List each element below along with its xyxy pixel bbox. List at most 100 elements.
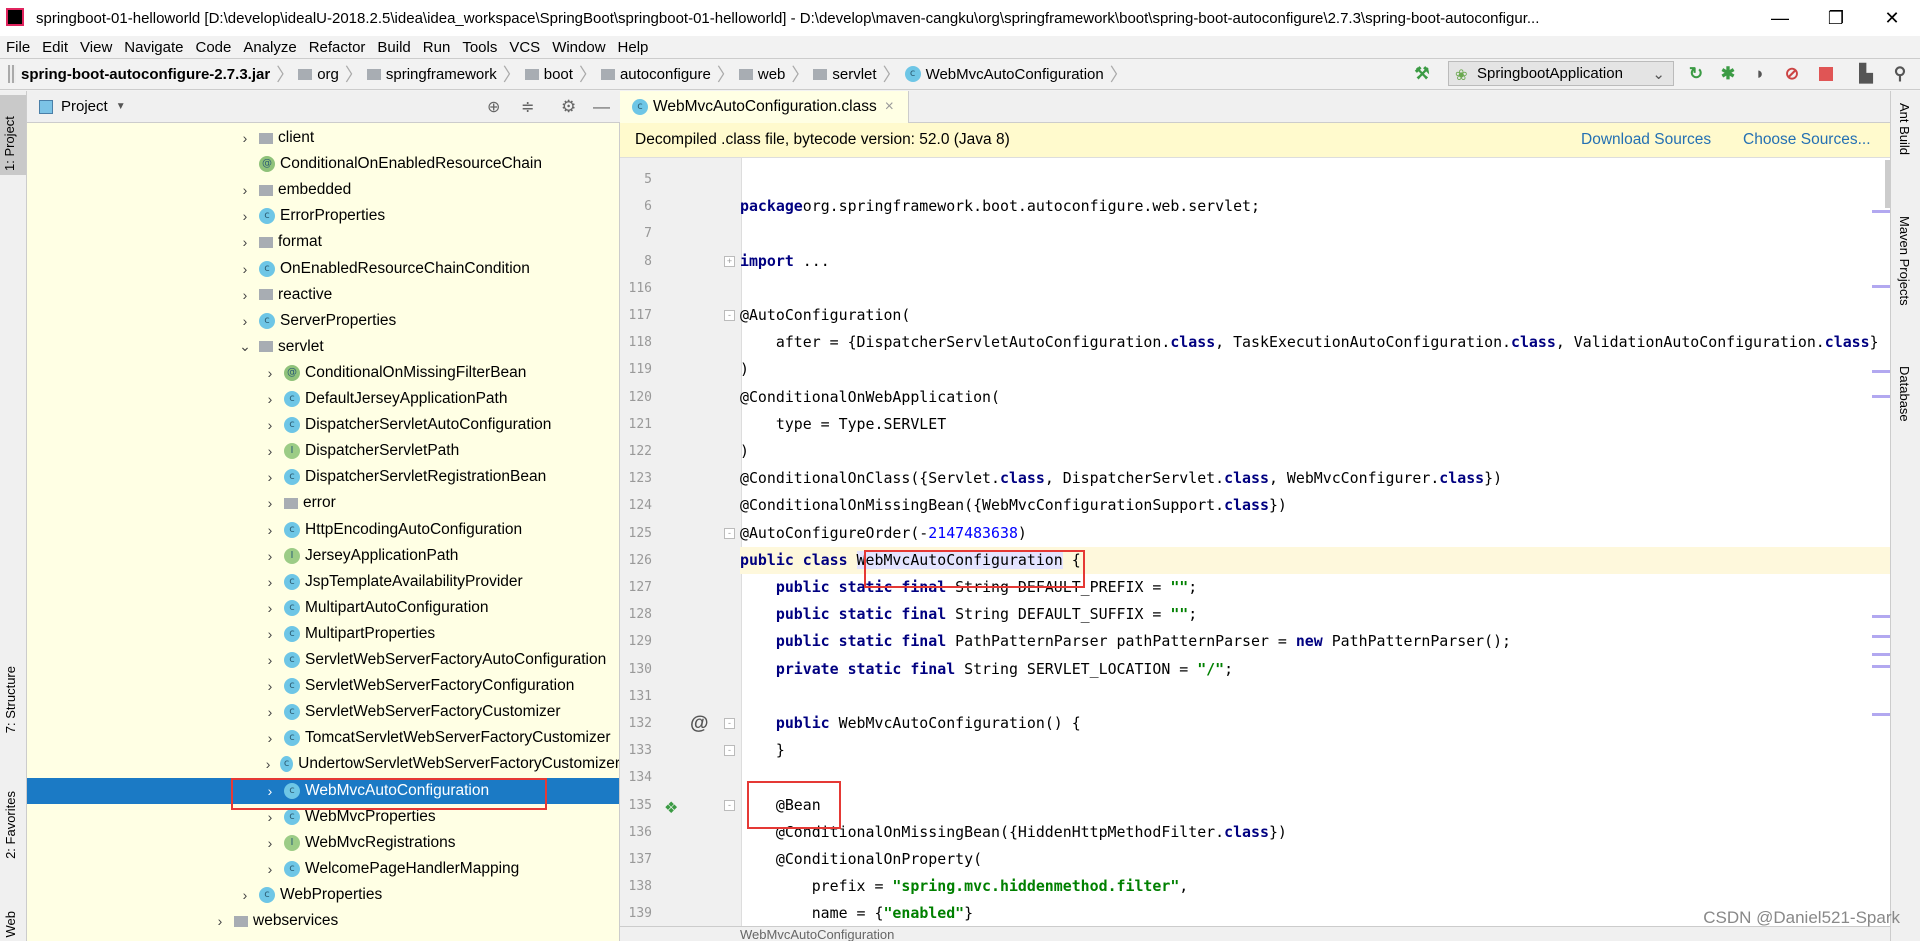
chevron-right-icon[interactable]: › [260, 652, 280, 668]
tree-item[interactable]: › c ServletWebServerFactoryCustomizer [27, 699, 619, 725]
tree-item[interactable]: › c ServletWebServerFactoryAutoConfigurati… [27, 647, 619, 673]
tree-item[interactable]: › c ServerProperties [27, 308, 619, 334]
chevron-right-icon[interactable]: › [235, 261, 255, 277]
chevron-right-icon[interactable]: › [260, 522, 280, 538]
tool-tab-project[interactable]: 1: Project [0, 95, 26, 175]
breadcrumb-item[interactable]: boot 〉 [524, 61, 597, 87]
fold-marker-icon[interactable]: - [724, 310, 735, 321]
search-icon[interactable]: ⚲ [1888, 62, 1912, 86]
status-crumb[interactable]: WebMvcAutoConfiguration [740, 927, 894, 941]
fold-marker-icon[interactable]: + [724, 255, 735, 267]
chevron-right-icon[interactable]: › [210, 913, 230, 929]
tree-item[interactable]: › c HttpEncodingAutoConfiguration [27, 517, 619, 543]
menu-edit[interactable]: Edit [42, 39, 68, 56]
chevron-right-icon[interactable]: › [260, 548, 280, 564]
menu-run[interactable]: Run [423, 39, 451, 56]
menu-navigate[interactable]: Navigate [124, 39, 183, 56]
breadcrumb-item[interactable]: org 〉 [298, 61, 363, 87]
rerun-icon[interactable]: ↻ [1684, 62, 1708, 86]
chevron-right-icon[interactable]: › [260, 495, 280, 511]
tree-item[interactable]: › c MultipartAutoConfiguration [27, 595, 619, 621]
tree-item[interactable]: › webservices [27, 908, 619, 934]
tree-item[interactable]: › c WebProperties [27, 882, 619, 908]
chevron-right-icon[interactable]: › [235, 208, 255, 224]
tree-item[interactable]: › c MultipartProperties [27, 621, 619, 647]
chevron-right-icon[interactable]: › [260, 626, 280, 642]
chevron-right-icon[interactable]: › [260, 443, 280, 459]
fold-marker-icon[interactable]: - [724, 527, 735, 539]
tool-tab-ant-build[interactable]: Ant Build [1897, 103, 1912, 155]
tree-item[interactable]: › I WebMvcRegistrations [27, 830, 619, 856]
tree-item[interactable]: › client [27, 125, 619, 151]
chevron-right-icon[interactable]: › [260, 417, 280, 433]
chevron-down-icon[interactable]: ⌄ [235, 338, 255, 355]
build-hammer-icon[interactable]: ⚒ [1410, 62, 1434, 86]
chevron-right-icon[interactable]: › [260, 835, 280, 851]
fold-marker-icon[interactable]: - [724, 718, 735, 729]
menu-window[interactable]: Window [552, 39, 605, 56]
menu-analyze[interactable]: Analyze [243, 39, 296, 56]
menu-file[interactable]: File [6, 39, 30, 56]
choose-sources-link[interactable]: Choose Sources... [1743, 131, 1871, 149]
tool-tab-maven-projects[interactable]: Maven Projects [1897, 216, 1912, 306]
fold-marker-icon[interactable]: - [724, 799, 735, 811]
chevron-right-icon[interactable]: › [235, 313, 255, 329]
download-sources-link[interactable]: Download Sources [1581, 131, 1711, 149]
override-at-icon[interactable]: @ [690, 713, 709, 735]
gear-icon[interactable]: ⚙ [561, 97, 576, 117]
breadcrumb-item[interactable]: c WebMvcAutoConfiguration 〉 [904, 61, 1128, 87]
tree-item[interactable]: › format [27, 229, 619, 255]
tree-item[interactable]: › c JspTemplateAvailabilityProvider [27, 569, 619, 595]
run-configuration-select[interactable]: ❀ SpringbootApplication ⌄ [1448, 61, 1674, 86]
chevron-right-icon[interactable]: › [235, 234, 255, 250]
tree-item[interactable]: › c OnEnabledResourceChainCondition [27, 256, 619, 282]
menu-view[interactable]: View [80, 39, 112, 56]
fold-marker-icon[interactable]: - [724, 745, 735, 757]
chevron-right-icon[interactable]: › [260, 809, 280, 825]
tree-item[interactable]: › c UndertowServletWebServerFactoryCustomi… [27, 751, 619, 777]
project-structure-icon[interactable]: ▙ [1854, 62, 1878, 86]
tree-item[interactable]: › embedded [27, 177, 619, 203]
tree-item[interactable]: › reactive [27, 282, 619, 308]
chevron-right-icon[interactable]: › [260, 574, 280, 590]
menu-tools[interactable]: Tools [462, 39, 497, 56]
tree-item[interactable]: › c DispatcherServletAutoConfiguration [27, 412, 619, 438]
tool-tab-web[interactable]: Web [3, 911, 18, 938]
breadcrumb-item[interactable]: servlet 〉 [813, 61, 901, 87]
stop-icon[interactable] [1814, 62, 1838, 86]
chevron-right-icon[interactable]: › [235, 287, 255, 303]
tree-item[interactable]: › c ErrorProperties [27, 203, 619, 229]
locate-target-icon[interactable]: ⊕ [487, 97, 500, 117]
collapse-all-icon[interactable]: ≑ [521, 97, 534, 117]
project-panel-title[interactable]: Project [61, 98, 108, 115]
tree-item[interactable]: › @ ConditionalOnMissingFilterBean [27, 360, 619, 386]
tree-item[interactable]: › c WelcomePageHandlerMapping [27, 856, 619, 882]
chevron-right-icon[interactable]: › [260, 678, 280, 694]
breadcrumb-item[interactable]: autoconfigure 〉 [600, 61, 735, 87]
minimize-button[interactable]: — [1752, 0, 1808, 36]
debug-bug-icon[interactable]: ✱ [1716, 62, 1740, 86]
bean-gutter-icon[interactable]: ❖ [664, 798, 678, 818]
chevron-right-icon[interactable]: › [235, 130, 255, 146]
tree-item[interactable]: › I DispatcherServletPath [27, 438, 619, 464]
close-tab-icon[interactable]: × [885, 98, 894, 116]
close-button[interactable]: ✕ [1864, 0, 1920, 36]
breadcrumb-item[interactable]: spring-boot-autoconfigure-2.7.3.jar 〉 [8, 61, 294, 87]
menu-refactor[interactable]: Refactor [309, 39, 366, 56]
tree-item[interactable]: › c DefaultJerseyApplicationPath [27, 386, 619, 412]
maximize-button[interactable]: ❐ [1808, 0, 1864, 36]
tree-item[interactable]: ⌄ servlet [27, 334, 619, 360]
tree-item[interactable]: @ ConditionalOnEnabledResourceChain [27, 151, 619, 177]
chevron-right-icon[interactable]: › [235, 182, 255, 198]
profiler-icon[interactable]: ⊘ [1780, 62, 1804, 86]
menu-vcs[interactable]: VCS [509, 39, 540, 56]
menu-code[interactable]: Code [195, 39, 231, 56]
tree-item[interactable]: › c TomcatServletWebServerFactoryCustomize… [27, 725, 619, 751]
chevron-right-icon[interactable]: › [260, 365, 280, 381]
tree-item[interactable]: › c ServletWebServerFactoryConfiguration [27, 673, 619, 699]
coverage-icon[interactable]: ◗ [1748, 62, 1772, 86]
tab-webmvcautoconfiguration[interactable]: c WebMvcAutoConfiguration.class × [620, 91, 909, 123]
tree-item[interactable]: › error [27, 490, 619, 516]
tree-item[interactable]: › I JerseyApplicationPath [27, 543, 619, 569]
chevron-right-icon[interactable]: › [260, 600, 280, 616]
